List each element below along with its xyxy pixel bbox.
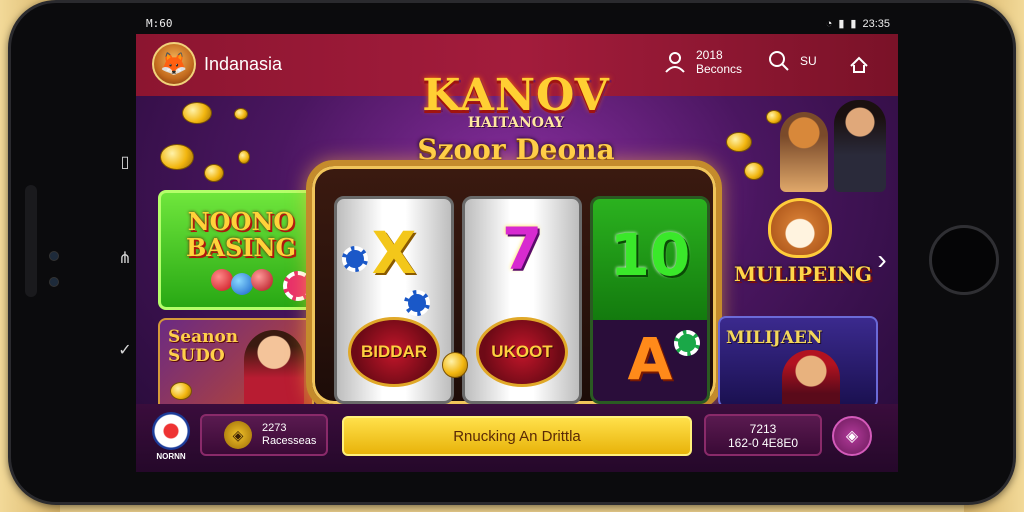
game-card-blue[interactable]: MILIJAEN (718, 316, 878, 408)
game-card-green[interactable]: NOONO BASING (158, 190, 318, 310)
share-icon[interactable]: ⋔ (115, 249, 135, 269)
app-name: Indanasia (204, 54, 283, 74)
home-icon[interactable] (846, 52, 872, 78)
stats-group[interactable]: 2018 Beconcs (662, 48, 742, 76)
score-panel[interactable]: 7213 162-0 4E8E0 (704, 414, 822, 456)
balance-value: 2273 (262, 422, 287, 434)
front-camera (49, 251, 59, 261)
dog-icon (768, 198, 832, 258)
coin-icon (182, 102, 212, 124)
slot-machine: X BIDDAR 7 UKOOT 10 A (306, 160, 722, 410)
back-icon[interactable]: ▯ (115, 153, 135, 173)
play-button[interactable]: Rnucking An Drittla (342, 416, 692, 456)
proximity-sensor (49, 277, 59, 287)
characters-illustration (722, 100, 898, 196)
stat-label: Beconcs (696, 62, 743, 76)
balance-pill[interactable]: ◈ 2273 Racesseas (200, 414, 328, 456)
search-value: SU (800, 54, 817, 68)
check-icon[interactable]: ✓ (115, 341, 135, 361)
card-title: NOONO BASING (186, 207, 296, 262)
chip-icon (342, 246, 368, 272)
reel-3[interactable]: 10 A (590, 196, 710, 404)
player-badge-label: NORNN (156, 452, 186, 461)
coin-icon (442, 352, 468, 378)
stat-value: 2018 (696, 48, 723, 62)
reel-symbol: 7 (501, 215, 543, 283)
status-bar: M:60 ◔ ▮ ▮ 23:35 (136, 14, 898, 34)
search-group[interactable]: SU (766, 48, 817, 74)
speaker-grille (25, 185, 37, 297)
card-title: MILIJAEN (726, 328, 823, 348)
coin-icon (238, 150, 250, 164)
coin-icon (234, 108, 248, 120)
woman-illustration (244, 330, 304, 410)
diamond-icon: ◈ (845, 428, 859, 445)
score-detail: 162-0 4E8E0 (727, 436, 799, 450)
signal-icon: ▮ (838, 18, 845, 30)
ball-icon (251, 269, 273, 291)
chip-icon (404, 290, 430, 316)
coin-icon: ◈ (224, 421, 252, 449)
coin-icon (160, 144, 194, 170)
card-title: Seanon SUDO (168, 327, 239, 366)
chevron-right-icon[interactable]: › (872, 244, 892, 276)
game-card-purple[interactable]: Seanon SUDO (158, 318, 314, 412)
reel-badge: BIDDAR (348, 317, 440, 387)
search-icon[interactable] (766, 48, 792, 74)
reel-badge: UKOOT (476, 317, 568, 387)
logo-title: KANOV (422, 70, 610, 121)
dog-character (780, 112, 828, 192)
player-badge[interactable]: NORNN (150, 412, 192, 462)
logo-subtitle: HAITANOAY (467, 115, 565, 131)
coin-icon (170, 382, 192, 400)
settings-button[interactable]: ◈ (832, 416, 872, 456)
reel-symbol: 10 (609, 221, 691, 289)
chip-icon (674, 330, 700, 356)
game-logo: KANOV HAITANOAY Szoor Deona (366, 70, 666, 166)
coin-icon (204, 164, 224, 182)
battery-icon: ▮ (850, 18, 857, 30)
profile-avatar[interactable]: 🦊 (152, 42, 196, 86)
ball-icon (231, 273, 253, 295)
status-time: M:60 (146, 17, 173, 30)
man-character (834, 100, 886, 192)
balance-label: Racesseas (262, 435, 317, 447)
reel-1[interactable]: X BIDDAR (334, 196, 454, 404)
status-right-text: 23:35 (862, 17, 890, 30)
game-screen: 🦊 Indanasia 2018 Beconcs SU KANOV HAITAN… (136, 34, 898, 472)
score-value: 7213 (749, 422, 777, 436)
wifi-icon: ◔ (825, 17, 833, 30)
card-title: MULIPEING (734, 262, 872, 286)
reel-2[interactable]: 7 UKOOT (462, 196, 582, 404)
ball-icon (211, 269, 233, 291)
fox-icon: 🦊 (160, 51, 188, 76)
home-button[interactable] (929, 225, 999, 295)
bottom-bar: NORNN ◈ 2273 Racesseas Rnucking An Dritt… (136, 404, 898, 472)
badge-icon (152, 412, 190, 450)
man-illustration (782, 350, 840, 406)
